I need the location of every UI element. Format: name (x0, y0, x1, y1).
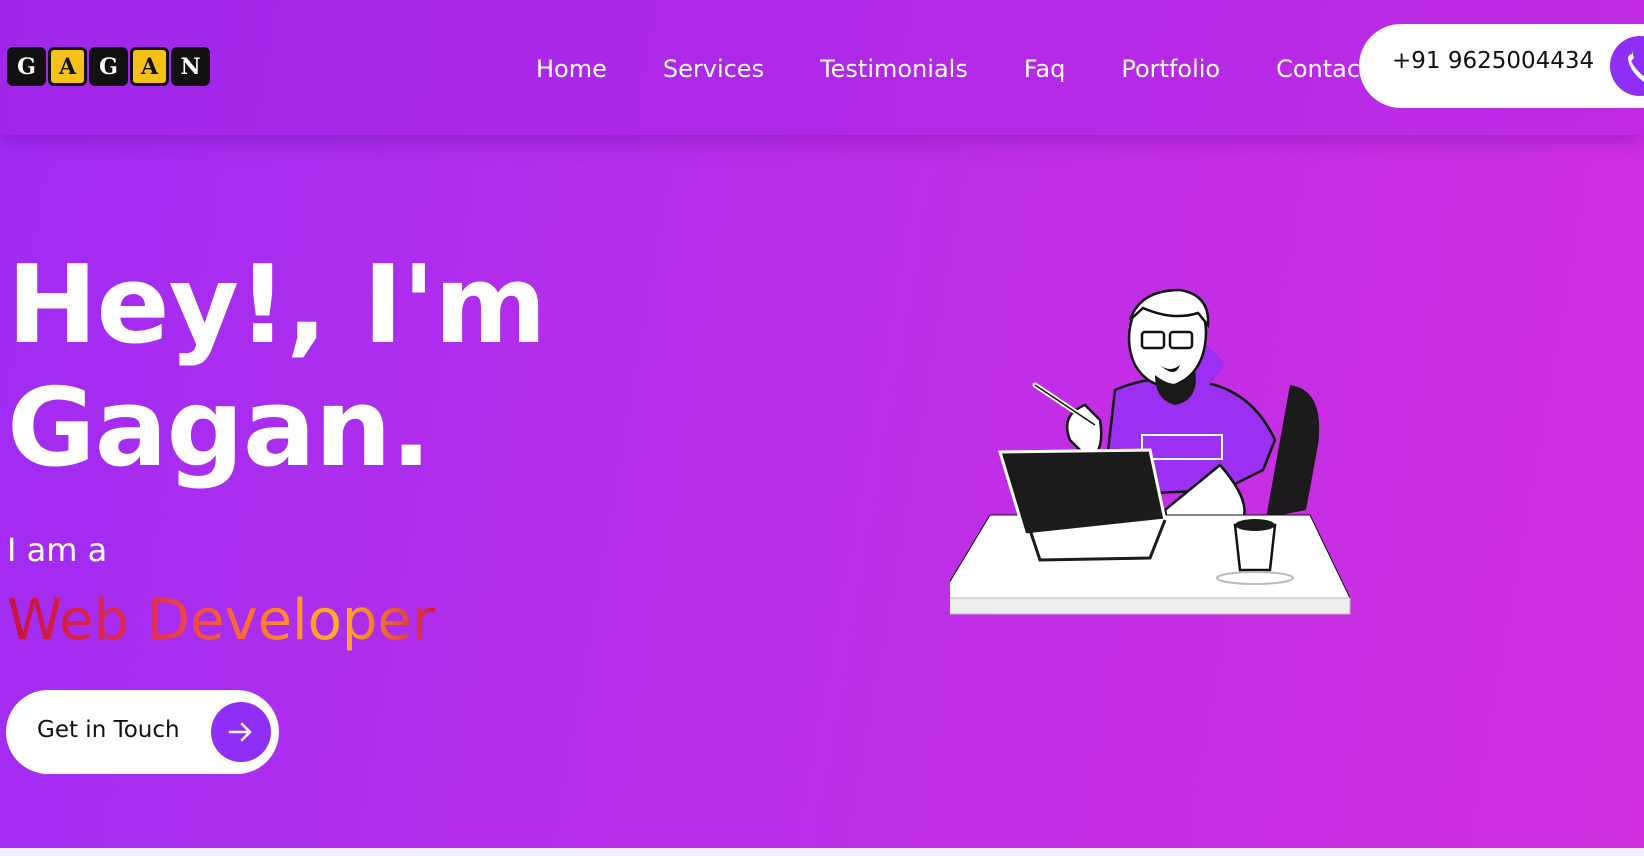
logo-tile: G (7, 47, 46, 86)
phone-icon (1610, 36, 1644, 96)
nav-services[interactable]: Services (663, 50, 764, 88)
logo-tile: A (48, 47, 87, 86)
nav-contact[interactable]: Contact (1276, 50, 1369, 88)
logo[interactable]: G A G A N (7, 47, 212, 86)
arrow-right-icon (211, 702, 271, 762)
nav-testimonials[interactable]: Testimonials (820, 50, 968, 88)
nav-home[interactable]: Home (536, 50, 607, 88)
bottom-strip (0, 848, 1644, 856)
hero-title-line2: Gagan. (7, 366, 432, 491)
logo-tile: G (89, 47, 128, 86)
logo-tile: A (130, 47, 169, 86)
hero-intro: I am a (7, 531, 108, 569)
hero-title: Hey!, I'm Gagan. (7, 243, 547, 491)
main-nav: Home Services Testimonials Faq Portfolio… (536, 50, 1425, 88)
cta-label: Get in Touch (37, 717, 180, 743)
nav-portfolio[interactable]: Portfolio (1121, 50, 1220, 88)
developer-at-desk-illustration (939, 280, 1380, 655)
logo-tile: N (171, 47, 210, 86)
hero-role-typed: Web Developer (7, 588, 435, 653)
hero-title-line1: Hey!, I'm (7, 243, 547, 368)
nav-faq[interactable]: Faq (1024, 50, 1066, 88)
phone-number: +91 9625004434 (1392, 48, 1595, 74)
phone-button[interactable]: +91 9625004434 (1359, 24, 1644, 108)
site-header: G A G A N Home Services Testimonials Faq… (0, 0, 1644, 135)
get-in-touch-button[interactable]: Get in Touch (6, 690, 279, 774)
